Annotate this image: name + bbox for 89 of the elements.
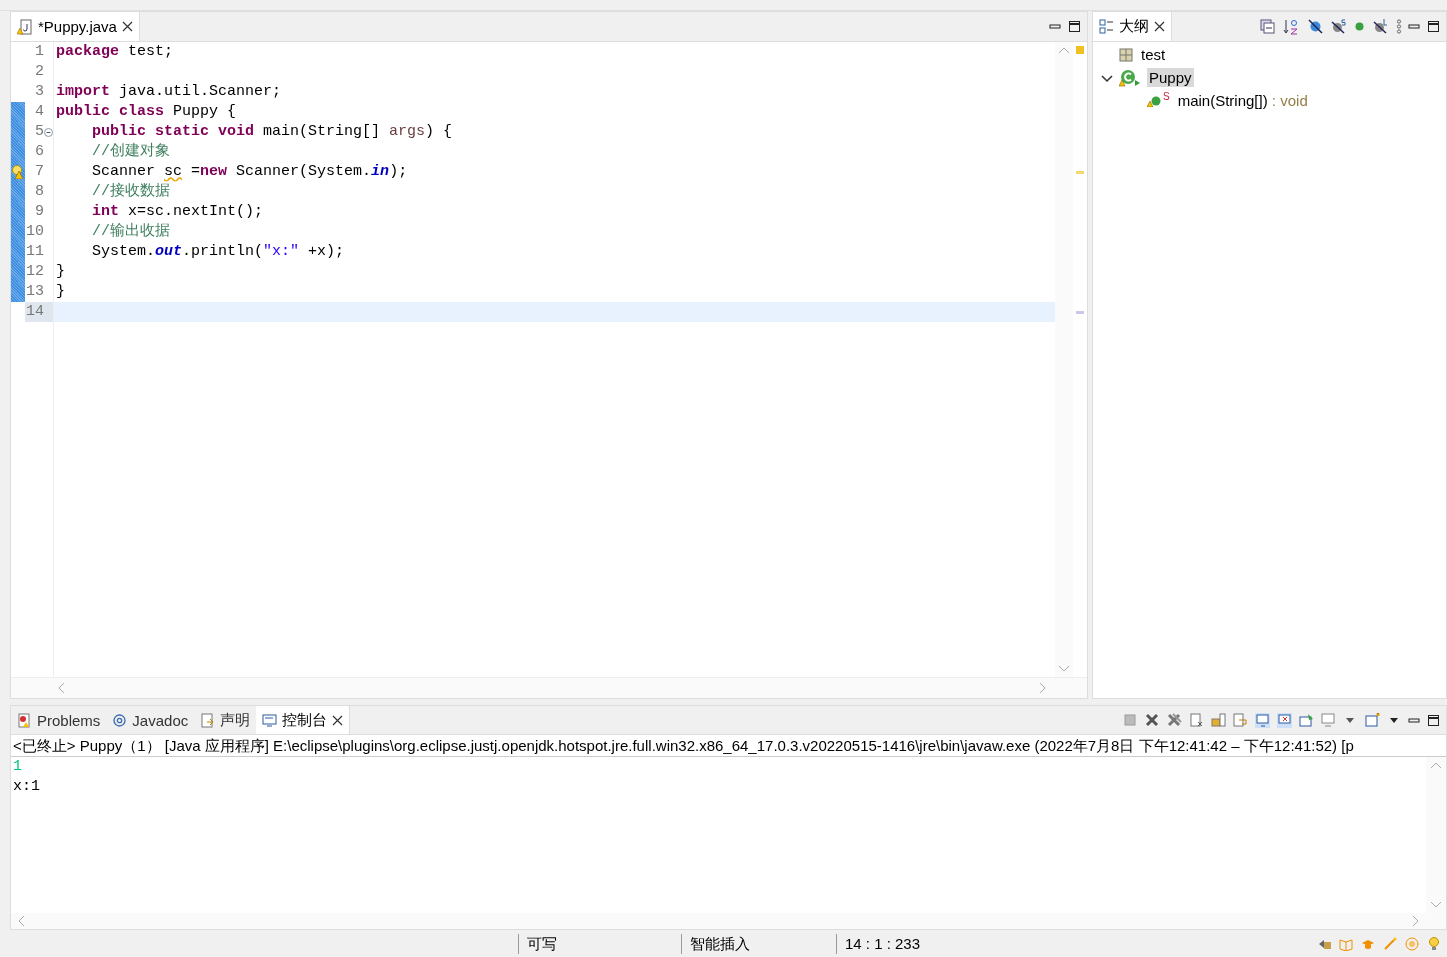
line-number: 8 bbox=[35, 182, 44, 202]
collapse-icon[interactable] bbox=[44, 127, 53, 137]
code-line: //接收数据 bbox=[91, 182, 171, 202]
method-icon bbox=[1147, 94, 1161, 107]
code-line: System.out.println("x:" +x); bbox=[91, 242, 346, 262]
remove-launch-icon[interactable] bbox=[1145, 712, 1160, 728]
tree-item[interactable]: test bbox=[1139, 45, 1168, 64]
sort-icon[interactable] bbox=[1283, 18, 1300, 35]
vertical-scrollbar[interactable] bbox=[1055, 42, 1073, 677]
hide-static-icon[interactable] bbox=[1331, 19, 1346, 34]
line-number: 11 bbox=[26, 242, 44, 262]
line-number: 13 bbox=[26, 282, 44, 302]
show-stdout-icon[interactable] bbox=[1255, 712, 1270, 728]
show-stderr-icon[interactable] bbox=[1277, 712, 1292, 728]
outline-tab[interactable]: 大纲 bbox=[1093, 12, 1172, 41]
close-icon[interactable] bbox=[332, 714, 344, 726]
horizontal-scrollbar[interactable] bbox=[11, 677, 1087, 698]
console-tab[interactable]: 控制台 bbox=[256, 706, 351, 734]
console-header: <已终止> Puppy（1） [Java 应用程序] E:\eclipse\plugins\org.eclipse.justj.openjdk.hotspot.jre.full.win32.x86_64_17.0.3.v20220515-1416\jre\bin\javaw.exe (2022年7月8日 下午12:41:42 – 下午12:41:52) [p bbox=[11, 735, 1446, 757]
declaration-icon bbox=[200, 712, 216, 728]
clear-console-icon[interactable] bbox=[1189, 712, 1204, 728]
line-number: 4 bbox=[35, 102, 44, 122]
scroll-down-icon[interactable] bbox=[1058, 665, 1070, 673]
code-line: import java.util.Scanner; bbox=[55, 82, 283, 102]
hide-fields-icon[interactable] bbox=[1308, 19, 1323, 34]
book-icon[interactable] bbox=[1339, 936, 1353, 951]
new-console-icon[interactable] bbox=[1365, 712, 1380, 728]
remove-all-icon[interactable] bbox=[1167, 712, 1182, 728]
word-wrap-icon[interactable] bbox=[1233, 712, 1248, 728]
code-line: public static void main(String[] args) { bbox=[91, 122, 454, 142]
collapse-all-icon[interactable] bbox=[1260, 19, 1275, 34]
code-line: } bbox=[55, 262, 66, 282]
line-number: 2 bbox=[35, 62, 44, 82]
scroll-up-icon[interactable] bbox=[1058, 46, 1070, 54]
status-item: 14 : 1 : 233 bbox=[836, 933, 985, 954]
tree-item[interactable]: Puppy bbox=[1147, 68, 1194, 87]
console-output-line: 1 bbox=[13, 757, 23, 777]
status-item: 智能插入 bbox=[681, 933, 836, 954]
horizontal-scrollbar[interactable] bbox=[11, 913, 1446, 929]
public-member-icon[interactable] bbox=[1354, 21, 1365, 32]
close-icon[interactable] bbox=[121, 21, 133, 32]
code-line: Scanner sc =new Scanner(System.in); bbox=[91, 162, 409, 182]
scroll-left-icon[interactable] bbox=[17, 915, 25, 927]
pin-console-icon[interactable] bbox=[1299, 712, 1314, 728]
problems-icon bbox=[17, 712, 32, 728]
code-line: //创建对象 bbox=[91, 142, 171, 162]
javadoc-icon bbox=[112, 712, 128, 728]
magic-wand-icon[interactable] bbox=[1383, 936, 1397, 951]
status-item: 可写 bbox=[518, 933, 681, 954]
maximize-icon[interactable] bbox=[1068, 20, 1081, 33]
display-console-icon[interactable] bbox=[1321, 712, 1336, 728]
line-number: 12 bbox=[26, 262, 44, 282]
scroll-right-icon[interactable] bbox=[1412, 915, 1420, 927]
console-output-line: x:1 bbox=[13, 777, 41, 797]
badge-icon[interactable] bbox=[1405, 936, 1419, 951]
line-number: 6 bbox=[35, 142, 44, 162]
class-icon bbox=[1119, 68, 1141, 87]
code-line: int x=sc.nextInt(); bbox=[91, 202, 265, 222]
package-icon bbox=[1119, 47, 1133, 62]
outline-icon bbox=[1099, 19, 1114, 34]
line-number: 7 bbox=[35, 162, 44, 182]
scroll-left-icon[interactable] bbox=[57, 682, 65, 694]
vertical-scrollbar[interactable] bbox=[1426, 757, 1446, 913]
line-number: 1 bbox=[35, 42, 44, 62]
maximize-icon[interactable] bbox=[1427, 713, 1440, 727]
close-icon[interactable] bbox=[1154, 21, 1165, 32]
line-number: 9 bbox=[35, 202, 44, 222]
tree-item[interactable]: main(String[]) : void bbox=[1175, 91, 1310, 110]
hide-local-types-icon[interactable] bbox=[1373, 19, 1388, 34]
line-number: 3 bbox=[35, 82, 44, 102]
console-icon bbox=[262, 712, 278, 728]
line-number: 10 bbox=[26, 222, 44, 242]
line-number: 5 bbox=[35, 122, 44, 142]
maximize-icon[interactable] bbox=[1427, 20, 1440, 33]
terminate-icon[interactable] bbox=[1123, 712, 1138, 728]
editor-tab[interactable]: *Puppy.java bbox=[11, 12, 140, 41]
java-file-icon bbox=[17, 18, 33, 35]
static-marker: S bbox=[1163, 91, 1170, 102]
view-menu-icon[interactable] bbox=[1396, 19, 1402, 34]
scroll-up-icon[interactable] bbox=[1430, 761, 1442, 769]
code-line: } bbox=[55, 282, 66, 302]
code-line: public class Puppy { bbox=[55, 102, 238, 122]
code-line: //输出收据 bbox=[91, 222, 171, 242]
scroll-down-icon[interactable] bbox=[1430, 901, 1442, 909]
lightbulb-icon[interactable] bbox=[1427, 936, 1441, 951]
line-number: 14 bbox=[26, 302, 44, 322]
scroll-lock-icon[interactable] bbox=[1211, 712, 1226, 728]
code-line: package test; bbox=[55, 42, 175, 62]
scroll-right-icon[interactable] bbox=[1039, 682, 1047, 694]
